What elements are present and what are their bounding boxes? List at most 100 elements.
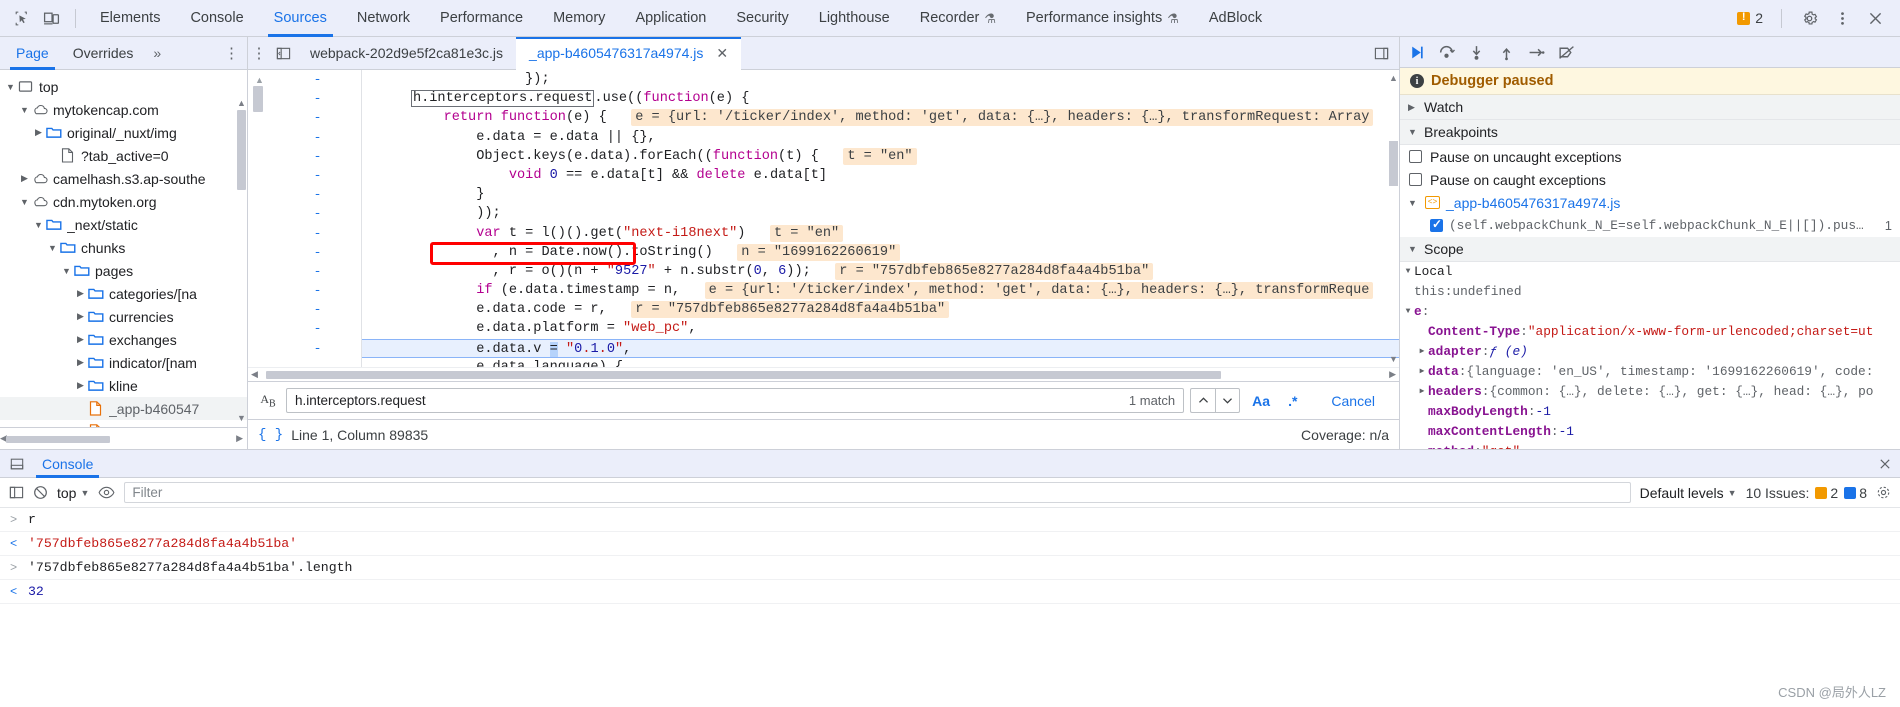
chevron-right-icon-2[interactable]: ▶ — [1416, 342, 1428, 362]
show-navigator-icon[interactable] — [270, 46, 297, 61]
tab-adblock[interactable]: AdBlock — [1194, 0, 1277, 37]
deactivate-breakpoints-icon[interactable] — [1558, 44, 1575, 61]
pause-caught-row[interactable]: Pause on caught exceptions — [1400, 168, 1900, 191]
vscroll-thumb[interactable] — [1389, 141, 1398, 186]
live-expression-icon[interactable] — [98, 485, 115, 500]
gutter-mark[interactable]: - — [274, 319, 361, 338]
match-case-toggle[interactable]: Aa — [1246, 393, 1276, 409]
tree-scroll-up-icon[interactable]: ▲ — [236, 98, 247, 108]
gutter-mark[interactable]: - — [274, 204, 361, 223]
scroll-up-icon[interactable]: ▲ — [255, 75, 264, 85]
tree-item[interactable]: ▼ cdn.mytoken.org — [0, 190, 247, 213]
tree-item[interactable]: ▶ camelhash.s3.ap-southe — [0, 167, 247, 190]
chevron-right-icon[interactable]: ▶ — [74, 334, 87, 345]
tree-item[interactable]: ▶ categories/[na — [0, 282, 247, 305]
chevron-right-icon[interactable]: ▶ — [74, 311, 87, 322]
scope-property-row[interactable]: maxBodyLength: -1 — [1400, 402, 1900, 422]
console-entry[interactable]: < '757dbfeb865e8277a284d8fa4a4b51ba' — [0, 532, 1900, 556]
device-toolbar-icon[interactable] — [36, 3, 66, 33]
step-icon[interactable] — [1528, 44, 1545, 61]
code-content[interactable]: }); h.interceptors.request .use((function… — [362, 70, 1399, 367]
toggle-debugger-sidebar-icon[interactable] — [1363, 46, 1399, 61]
code-line[interactable]: e.data = e.data || {}, — [362, 128, 1399, 147]
step-into-icon[interactable] — [1468, 44, 1485, 61]
inspect-icon[interactable] — [6, 3, 36, 33]
chevron-down-icon[interactable]: ▼ — [46, 243, 59, 253]
tab-performance[interactable]: Performance — [425, 0, 538, 37]
tree-item[interactable]: ▼ _next/static — [0, 213, 247, 236]
tree-item[interactable]: ▼ mytokencap.com — [0, 98, 247, 121]
chevron-down-icon[interactable]: ▼ — [4, 82, 17, 92]
gutter-mark[interactable]: - — [274, 108, 361, 127]
gutter-mark[interactable]: - — [274, 128, 361, 147]
gutter-mark[interactable]: - — [274, 224, 361, 243]
drawer-tab-console[interactable]: Console — [30, 450, 105, 478]
tab-lighthouse[interactable]: Lighthouse — [804, 0, 905, 37]
close-icon[interactable] — [1860, 3, 1890, 33]
chevron-down-icon[interactable]: ▼ — [32, 220, 45, 230]
code-line[interactable]: )); — [362, 204, 1399, 223]
clear-console-icon[interactable] — [33, 485, 48, 500]
tab-network[interactable]: Network — [342, 0, 425, 37]
code-line[interactable]: }); — [362, 70, 1399, 89]
code-line[interactable]: h.interceptors.request .use((function(e) … — [362, 89, 1399, 108]
tree-item[interactable]: ▼ pages — [0, 259, 247, 282]
tab-console[interactable]: Console — [175, 0, 258, 37]
log-levels-selector[interactable]: Default levels ▼ — [1640, 485, 1737, 501]
execution-context-selector[interactable]: top ▼ — [57, 485, 89, 501]
editor-hscrollbar[interactable]: ◀ ▶ — [248, 367, 1399, 381]
scope-property-row[interactable]: method: "get" — [1400, 442, 1900, 449]
code-editor[interactable]: ▲ --------------- }); h.interceptors.req… — [248, 70, 1399, 367]
tree-vscroll-thumb[interactable] — [237, 110, 246, 190]
scope-property-row[interactable]: Content-Type: "application/x-www-form-ur… — [1400, 322, 1900, 342]
chevron-right-icon[interactable]: ▶ — [74, 288, 87, 299]
navigator-tab-overrides[interactable]: Overrides — [61, 37, 146, 70]
code-line[interactable]: e.data.v = "0.1.0", — [362, 338, 1399, 358]
gutter-mark[interactable]: - — [274, 339, 361, 358]
drawer-more-tools-icon[interactable] — [4, 457, 30, 471]
editor-left-scroll[interactable]: ▲ — [248, 70, 274, 367]
hscroll-thumb[interactable] — [6, 436, 110, 443]
tree-item[interactable]: ▶ original/_nuxt/img — [0, 121, 247, 144]
tree-scroll-down-icon[interactable]: ▼ — [236, 413, 247, 423]
tab-elements[interactable]: Elements — [85, 0, 175, 37]
gutter-mark[interactable]: - — [274, 243, 361, 262]
gutter-mark[interactable]: - — [274, 300, 361, 319]
code-line[interactable]: , n = Date.now().toString() n = "1699162… — [362, 243, 1399, 262]
drawer-close-icon[interactable] — [1878, 457, 1900, 471]
chevron-down-icon-7[interactable]: ▼ — [1402, 302, 1414, 322]
resume-icon[interactable] — [1408, 44, 1425, 61]
console-entry[interactable]: <32 — [0, 580, 1900, 604]
scope-property-row[interactable]: ▶ headers: {common: {…}, delete: {…}, get… — [1400, 382, 1900, 402]
chevron-right-icon[interactable]: ▶ — [74, 380, 87, 391]
tab-application[interactable]: Application — [620, 0, 721, 37]
close-tab-icon[interactable]: ✕ — [716, 45, 728, 61]
breakpoints-section[interactable]: ▼ Breakpoints — [1400, 120, 1900, 145]
tree-item[interactable]: ▶ exchanges — [0, 328, 247, 351]
navigator-tab-page[interactable]: Page — [4, 37, 61, 70]
pause-uncaught-row[interactable]: Pause on uncaught exceptions — [1400, 145, 1900, 168]
code-line[interactable]: void 0 == e.data[t] && delete e.data[t] — [362, 166, 1399, 185]
tree-item[interactable]: ▶ currencies — [0, 305, 247, 328]
editor-vscrollbar[interactable]: ▲ ▼ — [1388, 70, 1399, 367]
hscroll-thumb-2[interactable] — [266, 371, 1221, 379]
scope-local-row[interactable]: ▼ Local — [1400, 262, 1900, 282]
console-entry[interactable]: > '757dbfeb865e8277a284d8fa4a4b51ba'.leng… — [0, 556, 1900, 580]
breakpoint-checkbox[interactable] — [1430, 217, 1443, 232]
vscroll-thumb-left[interactable] — [253, 86, 263, 112]
tree-item[interactable]: ▼ chunks — [0, 236, 247, 259]
scope-section[interactable]: ▼ Scope — [1400, 237, 1900, 262]
cancel-button[interactable]: Cancel — [1315, 393, 1391, 409]
code-line[interactable]: e.data.language) { — [362, 358, 1399, 367]
scroll-left-icon-2[interactable]: ◀ — [251, 369, 258, 380]
file-tab-app[interactable]: _app-b4605476317a4974.js ✕ — [516, 36, 742, 70]
gutter-mark[interactable]: - — [274, 147, 361, 166]
navigator-hscrollbar[interactable]: ◀ ▶ — [0, 427, 247, 449]
code-line[interactable]: if (e.data.timestamp = n, e = {url: '/ti… — [362, 281, 1399, 300]
gutter-mark[interactable]: - — [274, 185, 361, 204]
tree-item[interactable]: _app-b460547 — [0, 397, 247, 420]
scope-property-row[interactable]: ▼ e: — [1400, 302, 1900, 322]
scroll-right-icon[interactable]: ▶ — [236, 433, 243, 444]
tree-item[interactable]: ▶ kline — [0, 374, 247, 397]
chevron-right-icon[interactable]: ▶ — [74, 357, 87, 368]
